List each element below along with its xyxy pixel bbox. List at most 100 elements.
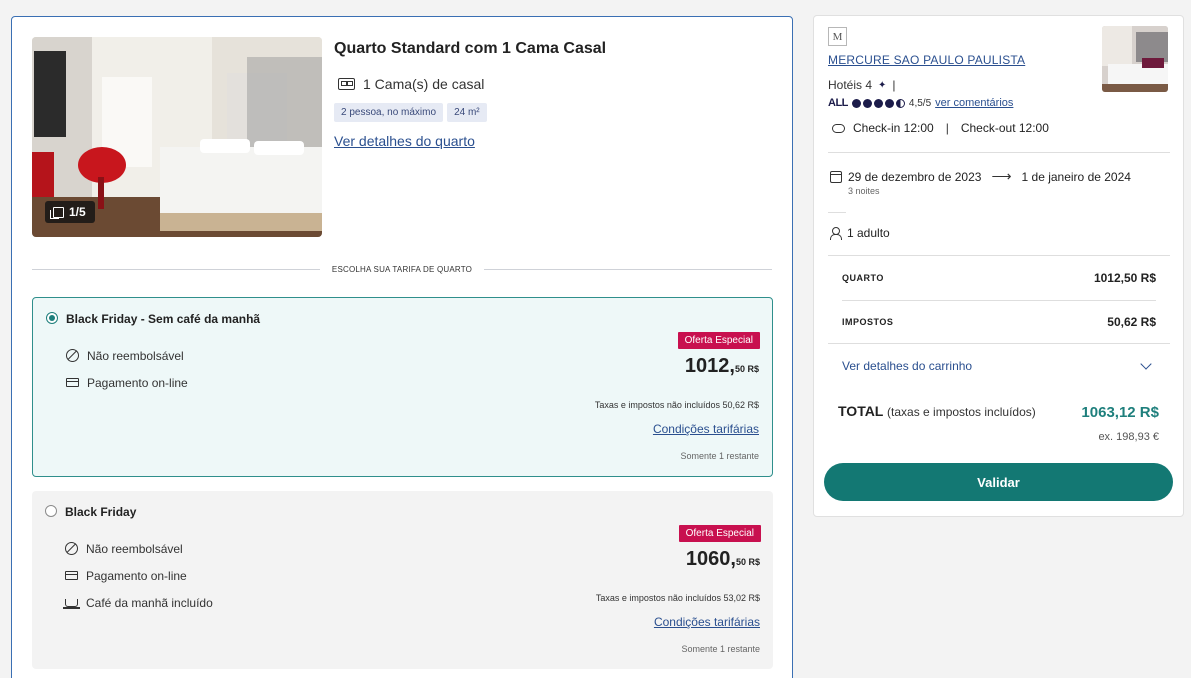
divider-line-right [484, 268, 773, 270]
checkin-separator: | [945, 121, 949, 135]
guests: 1 adulto [830, 226, 890, 240]
remaining-note: Somente 1 restante [681, 644, 760, 654]
divider-short [828, 212, 846, 213]
photo-counter[interactable]: 1/5 [45, 201, 95, 223]
feature-label: Pagamento on-line [86, 568, 187, 583]
rating-value: 4,5/5 [908, 97, 932, 109]
rating-dots [851, 98, 905, 108]
category-separator: | [892, 78, 896, 92]
rate-option-black-friday[interactable]: Black Friday Não reembolsável Pagamento … [32, 491, 773, 669]
credit-card-icon [65, 571, 78, 580]
tax-value: 50,62 R$ [1107, 315, 1156, 329]
rate-conditions-link[interactable]: Condições tarifárias [654, 615, 760, 629]
feature-non-refundable: Não reembolsável [65, 535, 213, 562]
credit-card-icon [66, 378, 79, 387]
rate-price: 1060,50 R$ [686, 548, 760, 571]
cart-details-toggle[interactable]: Ver detalhes do carrinho [842, 358, 1156, 373]
tax-label: IMPOSTOS [842, 317, 894, 327]
checkin-time: Check-in 12:00 [853, 121, 934, 135]
room-price-line: QUARTO 1012,50 R$ [842, 271, 1156, 285]
rate-conditions-link[interactable]: Condições tarifárias [653, 422, 759, 436]
person-icon [830, 226, 842, 240]
hotel-name-link[interactable]: MERCURE SAO PAULO PAULISTA [828, 53, 1025, 67]
nights-count: 3 noites [848, 186, 880, 196]
bed-icon [338, 78, 355, 90]
all-logo-icon: ALL [828, 97, 848, 109]
feature-label: Café da manhã incluído [86, 595, 213, 610]
rate-name: Black Friday [65, 505, 137, 519]
rating-dot [862, 98, 872, 108]
area-chip: 24 m² [447, 103, 487, 122]
hotel-category: Hotéis 4 ✦ | [828, 78, 896, 92]
remaining-note: Somente 1 restante [680, 451, 759, 461]
divider [842, 300, 1156, 301]
feature-label: Não reembolsável [86, 541, 183, 556]
capacity-chip: 2 pessoa, no máximo [334, 103, 444, 122]
feature-online-payment: Pagamento on-line [66, 369, 188, 396]
rate-radio[interactable] [45, 505, 57, 517]
bed-info: 1 Cama(s) de casal [338, 76, 484, 92]
link-icon [832, 123, 845, 133]
room-photo[interactable]: 1/5 [32, 37, 322, 237]
calendar-icon [830, 170, 842, 183]
date-from: 29 de dezembro de 2023 [848, 169, 982, 184]
rating-dot [873, 98, 883, 108]
stars-icon: ✦ [878, 79, 887, 91]
price-cents: 50 R$ [734, 364, 759, 374]
hotel-thumbnail[interactable] [1102, 26, 1168, 92]
divider [828, 255, 1170, 256]
rating-row: ALL 4,5/5 ver comentários [828, 97, 1013, 109]
guests-label: 1 adulto [847, 226, 890, 240]
rate-option-black-friday-no-breakfast[interactable]: Black Friday - Sem café da manhã Não ree… [32, 297, 773, 477]
breakfast-icon [63, 598, 80, 609]
date-to: 1 de janeiro de 2024 [1021, 169, 1131, 184]
rating-dot [851, 98, 861, 108]
cart-details-label: Ver detalhes do carrinho [842, 359, 973, 373]
bed-label: 1 Cama(s) de casal [363, 76, 485, 92]
validate-button[interactable]: Validar [824, 463, 1173, 501]
rating-dot [884, 98, 894, 108]
feature-label: Pagamento on-line [87, 375, 188, 390]
tax-note: Taxas e impostos não incluídos 53,02 R$ [595, 593, 760, 603]
rating-dot-half [895, 98, 905, 108]
booking-summary: M MERCURE SAO PAULO PAULISTA Hotéis 4 ✦ … [813, 15, 1184, 517]
room-price-label: QUARTO [842, 273, 884, 283]
rate-radio-selected[interactable] [46, 312, 58, 324]
price-main: 1060, [685, 548, 736, 570]
rate-features: Não reembolsável Pagamento on-line [66, 342, 188, 396]
rate-features: Não reembolsável Pagamento on-line Café … [63, 535, 213, 616]
feature-online-payment: Pagamento on-line [65, 562, 213, 589]
chevron-down-icon [1140, 358, 1152, 370]
feature-breakfast: Café da manhã incluído [63, 589, 213, 616]
price-cents: 50 R$ [735, 557, 760, 567]
no-refund-icon [65, 542, 78, 555]
rate-name: Black Friday - Sem café da manhã [66, 312, 261, 326]
tax-line: IMPOSTOS 50,62 R$ [842, 315, 1156, 329]
room-details-link[interactable]: Ver detalhes do quarto [334, 133, 475, 149]
total-label-main: TOTAL [838, 403, 884, 419]
hotel-thumbnail-illustration [1102, 26, 1168, 92]
special-offer-badge: Oferta Especial [677, 332, 760, 349]
room-price-value: 1012,50 R$ [1093, 271, 1156, 285]
reviews-link[interactable]: ver comentários [935, 97, 1013, 109]
checkout-time: Check-out 12:00 [960, 121, 1049, 135]
rate-price: 1012,50 R$ [685, 355, 759, 378]
feature-non-refundable: Não reembolsável [66, 342, 188, 369]
room-card: 1/5 Quarto Standard com 1 Cama Casal 1 C… [11, 16, 793, 678]
photo-counter-label: 1/5 [69, 205, 86, 219]
divider-line-left [32, 268, 320, 270]
feature-label: Não reembolsável [87, 348, 184, 363]
rate-divider-label: ESCOLHA SUA TARIFA DE QUARTO [331, 264, 473, 274]
special-offer-badge: Oferta Especial [678, 525, 761, 542]
room-title: Quarto Standard com 1 Cama Casal [334, 40, 607, 57]
checkin-checkout: Check-in 12:00 | Check-out 12:00 [832, 121, 1049, 135]
divider [828, 343, 1170, 344]
category-label: Hotéis 4 [828, 78, 873, 92]
rate-divider: ESCOLHA SUA TARIFA DE QUARTO [32, 263, 773, 275]
stay-dates: 29 de dezembro de 2023 ⟶ 1 de janeiro de… [830, 168, 1131, 185]
room-chips: 2 pessoa, no máximo 24 m² [334, 103, 487, 122]
no-refund-icon [66, 349, 79, 362]
mercure-logo-icon: M [828, 27, 847, 46]
total-label-sub: (taxas e impostos incluídos) [887, 405, 1036, 419]
arrow-right-icon: ⟶ [991, 168, 1012, 184]
